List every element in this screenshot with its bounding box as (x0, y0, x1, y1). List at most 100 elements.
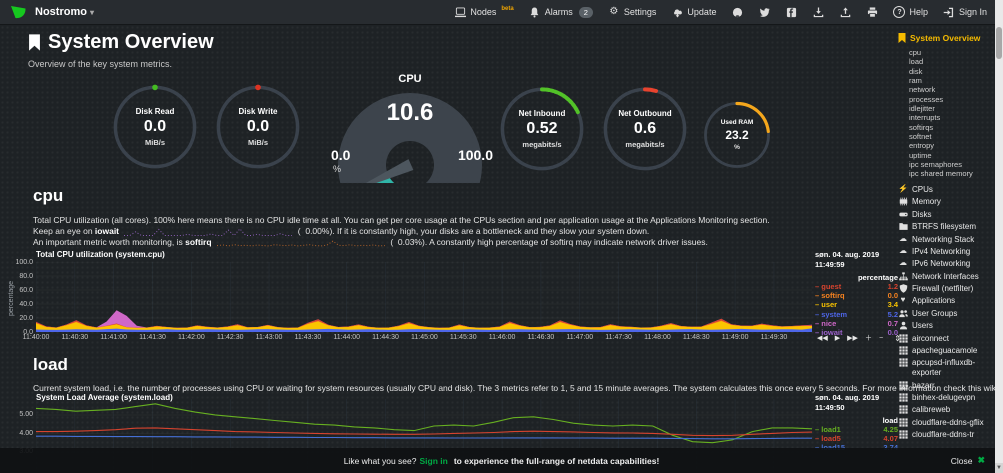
net-outbound-gauge-chart[interactable]: Net Outbound0.6megabits/s (601, 85, 689, 173)
sidebar-item-system-overview[interactable]: System Overview (898, 33, 993, 43)
import-button[interactable] (812, 6, 824, 18)
nodes-menu-item[interactable]: Nodes beta (454, 6, 513, 18)
legend-series-name: – guest (815, 282, 841, 291)
grid-icon (898, 430, 908, 439)
sidebar-item-apcupsd-influxdb-exporter[interactable]: apcupsd-influxdb-exporter (898, 357, 993, 379)
softirq-sparkline-chart[interactable] (217, 238, 385, 248)
sidebar-item-label: Network Interfaces (912, 272, 979, 282)
sidebar-item-label: BTRFS filesystem (912, 222, 976, 232)
zoom-out-icon[interactable]: − (879, 335, 883, 342)
gauge-value: 0.52 (526, 120, 557, 138)
twitter-button[interactable] (758, 6, 770, 18)
sidebar-subitem-softirqs[interactable]: softirqs (898, 123, 993, 132)
legend-series-value: 4.07 (883, 434, 898, 443)
banner-text: Like what you see? (344, 456, 417, 466)
sidebar-subitem-ipc-shared-memory[interactable]: ipc shared memory (898, 169, 993, 178)
alarms-menu-item[interactable]: Alarms 2 (529, 6, 593, 18)
sidebar-item-network-interfaces[interactable]: Network Interfaces (898, 270, 993, 282)
cpu-chart-toolbar: ◀◀ ▶ ▶▶ ＋ − ⇕ (817, 333, 901, 343)
cpu-xtick: 11:49:00 (722, 334, 749, 341)
sidebar-item-firewall-netfilter-[interactable]: Firewall (netfilter) (898, 283, 993, 295)
sidebar-item-label: apacheguacamole (912, 346, 977, 356)
sidebar-item-ipv4-networking[interactable]: ☁IPv4 Networking (898, 246, 993, 258)
sidebar-subitem-uptime[interactable]: uptime (898, 151, 993, 160)
print-button[interactable] (866, 6, 878, 18)
sidebar-item-user-groups[interactable]: User Groups (898, 308, 993, 320)
sidebar-item-cloudflare-ddns-tr[interactable]: cloudflare-ddns-tr (898, 429, 993, 441)
sidebar-item-btrfs-filesystem[interactable]: BTRFS filesystem (898, 221, 993, 233)
sidebar-subitem-ipc-semaphores[interactable]: ipc semaphores (898, 160, 993, 169)
legend-row-guest[interactable]: – guest1.2 (815, 282, 898, 291)
settings-menu-item[interactable]: ⚙ Settings (608, 6, 657, 18)
legend-row-softirq[interactable]: – softirq0.0 (815, 291, 898, 300)
sidebar-item-cloudflare-ddns-gflix[interactable]: cloudflare-ddns-gflix (898, 417, 993, 429)
legend-row-nice[interactable]: – nice0.7 (815, 319, 898, 328)
sidebar-item-disks[interactable]: Disks (898, 209, 993, 221)
scrollbar-thumb[interactable] (996, 27, 1002, 59)
sidebar-subitem-idlejitter[interactable]: idlejitter (898, 104, 993, 113)
sidebar-item-apacheguacamole[interactable]: apacheguacamole (898, 345, 993, 357)
banner-close-button[interactable]: Close ✖ (951, 448, 985, 473)
hostname-dropdown[interactable]: Nostromo▾ (35, 6, 94, 18)
sidebar-subitem-cpu[interactable]: cpu (898, 48, 993, 57)
page-title: System Overview (28, 31, 214, 54)
disk-read-gauge-chart[interactable]: Disk Read0.0MiB/s (111, 83, 199, 171)
pan-backward-icon[interactable]: ◀◀ (817, 334, 828, 342)
scrollbar-down-arrow[interactable]: ▼ (995, 463, 1003, 473)
sidebar-subitem-disk[interactable]: disk (898, 67, 993, 76)
sidebar-subitem-ram[interactable]: ram (898, 76, 993, 85)
sidebar-item-memory[interactable]: Memory (898, 196, 993, 208)
sidebar-subitem-softnet[interactable]: softnet (898, 132, 993, 141)
gauge-value: 0.0 (247, 118, 269, 136)
help-menu-item[interactable]: ? Help (893, 6, 928, 18)
grid-icon (898, 346, 908, 355)
play-icon[interactable]: ▶ (835, 334, 840, 342)
netdata-logo-icon[interactable] (10, 5, 27, 20)
legend-time: 11:49:50 (815, 403, 898, 413)
banner-signin-link[interactable]: Sign in (419, 456, 447, 466)
export-button[interactable] (839, 6, 851, 18)
gauge-readout: Net Inbound0.52megabits/s (498, 85, 586, 173)
folder-icon (898, 222, 908, 231)
signin-menu-item[interactable]: Sign In (943, 6, 987, 18)
legend-row-load5[interactable]: – load5 4.07 (815, 434, 898, 443)
sidebar-subitem-interrupts[interactable]: interrupts (898, 113, 993, 122)
github-button[interactable] (731, 6, 743, 18)
sidebar-item-binhex-delugevpn[interactable]: binhex-delugevpn (898, 392, 993, 404)
legend-row-load1[interactable]: – load14.25 (815, 425, 898, 434)
sidebar-item-ipv6-networking[interactable]: ☁IPv6 Networking (898, 258, 993, 270)
users-icon (898, 309, 908, 318)
legend-series-name: – load1 (815, 425, 841, 434)
disk-write-gauge-chart[interactable]: Disk Write0.0MiB/s (214, 83, 302, 171)
cpu-gauge-chart[interactable]: CPU 10.6 0.0 100.0 % (323, 73, 497, 183)
sidebar-subitem-network[interactable]: network (898, 85, 993, 94)
sidebar-item-users[interactable]: Users (898, 320, 993, 332)
sidebar-item-bazarr[interactable]: bazarr (898, 379, 993, 391)
cpu-xtick: 11:44:00 (333, 334, 360, 341)
legend-row-system[interactable]: – system5.2 (815, 310, 898, 319)
update-menu-item[interactable]: Update (671, 6, 716, 18)
close-icon: ✖ (977, 455, 985, 466)
gauge-readout: Disk Read0.0MiB/s (111, 83, 199, 171)
sidebar-subitem-processes[interactable]: processes (898, 95, 993, 104)
pan-forward-icon[interactable]: ▶▶ (847, 334, 858, 342)
net-inbound-gauge-chart[interactable]: Net Inbound0.52megabits/s (498, 85, 586, 173)
sidebar-item-applications[interactable]: ♥Applications (898, 295, 993, 307)
facebook-button[interactable] (785, 6, 797, 18)
sidebar-item-networking-stack[interactable]: ☁Networking Stack (898, 233, 993, 245)
iowait-sparkline-chart[interactable] (124, 227, 292, 237)
sidebar-item-cpus[interactable]: ⚡CPUs (898, 184, 993, 196)
cpu-ytick: 80.0 (6, 273, 33, 280)
sidebar-item-airconnect[interactable]: airconnect (898, 332, 993, 344)
legend-series-name: – load5 (815, 434, 841, 443)
sidebar-subitem-load[interactable]: load (898, 57, 993, 66)
page-scrollbar[interactable]: ▼ (995, 0, 1003, 473)
sidebar-item-calibreweb[interactable]: calibreweb (898, 404, 993, 416)
sidebar-subitem-entropy[interactable]: entropy (898, 141, 993, 150)
zoom-in-icon[interactable]: ＋ (865, 333, 872, 343)
sidebar-item-label: cloudflare-ddns-tr (912, 430, 974, 440)
facebook-icon (785, 6, 797, 18)
used-ram-gauge-chart[interactable]: Used RAM23.2% (702, 100, 772, 170)
legend-row-user[interactable]: – user3.4 (815, 300, 898, 309)
cpu-chart-plot[interactable] (36, 262, 812, 332)
